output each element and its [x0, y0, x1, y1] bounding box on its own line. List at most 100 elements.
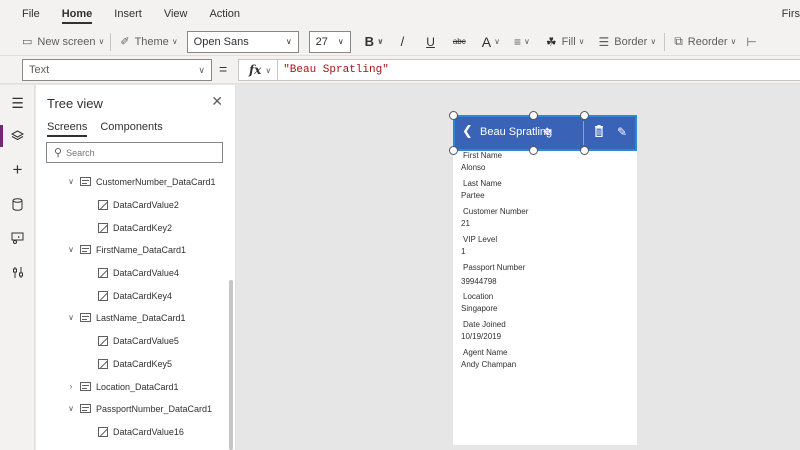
- chevron-down-icon: ∨: [730, 37, 737, 46]
- font-size-dropdown[interactable]: 27 ∨: [308, 30, 351, 53]
- menu-view[interactable]: View: [164, 0, 188, 28]
- layers-icon[interactable]: [0, 121, 35, 151]
- tree-item[interactable]: ∨ CustomerNumber_DataCard1: [66, 170, 216, 193]
- text-input-icon: [98, 358, 108, 369]
- header-title[interactable]: Beau Spratling: [480, 126, 552, 138]
- align-objects-button[interactable]: ⊢: [746, 30, 756, 54]
- media-icon[interactable]: [0, 223, 35, 253]
- field-label: Date Joined: [463, 320, 506, 329]
- reorder-button[interactable]: ⧉ Reorder ∨: [674, 30, 736, 54]
- fx-icon[interactable]: fx: [249, 63, 261, 77]
- scrollbar-thumb[interactable]: [229, 280, 233, 450]
- field-value: Andy Champan: [461, 360, 517, 369]
- font-color-button[interactable]: A ∨: [482, 30, 500, 54]
- chevron-down-icon[interactable]: ∨: [66, 404, 76, 413]
- tree-view-panel: Tree view ✕ Screens Components ⚲ ∨ Custo…: [36, 85, 236, 450]
- chevron-down-icon: ∨: [171, 37, 178, 46]
- tree-item[interactable]: DataCardValue5: [94, 329, 179, 352]
- app-name-truncated: Firs: [781, 8, 800, 20]
- tree-item[interactable]: ∨ PassportNumber_DataCard1: [66, 397, 212, 420]
- field-value: 39944798: [461, 277, 497, 286]
- font-size-value: 27: [315, 35, 328, 48]
- text-input-icon: [98, 222, 108, 233]
- trash-icon[interactable]: [594, 125, 604, 137]
- field-value: Singapore: [461, 304, 498, 313]
- search-box[interactable]: ⚲: [46, 142, 223, 163]
- menu-insert[interactable]: Insert: [114, 0, 142, 28]
- tree-scrollbar[interactable]: [229, 175, 233, 450]
- menu-bar: File Home Insert View Action Firs: [0, 0, 800, 28]
- border-button[interactable]: ☰ Border ∨: [599, 30, 657, 54]
- tree-item-label: LastName_DataCard1: [96, 312, 186, 323]
- tree-item-label: Location_DataCard1: [96, 381, 179, 392]
- underline-button[interactable]: U: [426, 30, 435, 54]
- tab-components[interactable]: Components: [100, 121, 162, 137]
- chevron-down-icon: ∨: [198, 64, 205, 75]
- tools-glyph: [12, 266, 23, 278]
- font-family-dropdown[interactable]: Open Sans ∨: [186, 30, 299, 53]
- field-label: Location: [463, 292, 494, 301]
- design-canvas[interactable]: ❮ Beau Spratling ✥ ✎ First Name Alonso L…: [237, 85, 800, 450]
- tree-item[interactable]: DataCardKey5: [94, 352, 172, 375]
- align-button[interactable]: ≡ ∨: [514, 30, 530, 54]
- fill-button[interactable]: ☘ Fill ∨: [546, 30, 585, 54]
- field-value: Partee: [461, 191, 485, 200]
- italic-button[interactable]: /: [401, 30, 405, 54]
- pencil-icon[interactable]: ✎: [617, 125, 627, 139]
- tree-item[interactable]: ∨ FirstName_DataCard1: [66, 238, 186, 261]
- menu-action[interactable]: Action: [209, 0, 240, 28]
- tools-icon[interactable]: [0, 257, 35, 287]
- chevron-down-icon[interactable]: ∨: [66, 177, 76, 186]
- strikethrough-button[interactable]: abc: [453, 30, 466, 54]
- align-icon: ≡: [513, 34, 521, 49]
- resize-handle[interactable]: [449, 111, 458, 120]
- chevron-down-icon[interactable]: ∨: [66, 313, 76, 322]
- formula-text[interactable]: "Beau Spratling": [283, 64, 389, 76]
- field-value: 10/19/2019: [461, 332, 502, 341]
- form-field: Customer Number 21: [453, 207, 637, 235]
- tree-item-label: DataCardValue2: [113, 199, 179, 210]
- tree-item[interactable]: DataCardValue2: [94, 193, 179, 216]
- database-icon[interactable]: [0, 189, 35, 219]
- theme-button[interactable]: ✐ Theme ∨: [120, 30, 177, 54]
- search-input[interactable]: [66, 147, 207, 158]
- app-screen[interactable]: ❮ Beau Spratling ✥ ✎ First Name Alonso L…: [449, 111, 637, 445]
- font-color-icon: A: [481, 33, 492, 50]
- resize-handle[interactable]: [529, 111, 538, 120]
- tree-item[interactable]: DataCardValue16: [94, 420, 184, 443]
- tree-item-label: DataCardValue5: [113, 335, 179, 346]
- header-bar[interactable]: ❮ Beau Spratling ✥ ✎: [449, 111, 637, 155]
- new-screen-label: New screen: [37, 35, 96, 48]
- italic-icon: /: [400, 34, 405, 49]
- hamburger-menu-icon[interactable]: ☰: [0, 88, 35, 118]
- tree-item[interactable]: DataCardKey2: [94, 216, 172, 239]
- bold-button[interactable]: B ∨: [365, 30, 384, 54]
- resize-handle[interactable]: [580, 111, 589, 120]
- chevron-down-icon: ∨: [650, 37, 657, 46]
- tree-item[interactable]: › Location_DataCard1: [66, 375, 179, 398]
- equals-sign: =: [219, 61, 228, 77]
- text-input-icon: [98, 290, 108, 301]
- tree-item[interactable]: ∨ LastName_DataCard1: [66, 306, 186, 329]
- tree-item[interactable]: DataCardValue4: [94, 261, 179, 284]
- back-arrow-icon[interactable]: ❮: [462, 123, 473, 139]
- new-screen-button[interactable]: ▭ New screen ∨: [22, 30, 104, 54]
- reorder-label: Reorder: [687, 35, 728, 48]
- tab-screens[interactable]: Screens: [47, 121, 88, 137]
- close-icon[interactable]: ✕: [211, 93, 223, 110]
- property-dropdown[interactable]: Text ∨: [22, 59, 212, 81]
- layers-glyph: [11, 129, 24, 140]
- chevron-down-icon[interactable]: ∨: [265, 66, 271, 75]
- border-label: Border: [614, 35, 648, 48]
- tree-item-label: DataCardKey4: [113, 290, 173, 301]
- tree-item-label: PassportNumber_DataCard1: [96, 403, 213, 414]
- chevron-down-icon[interactable]: ∨: [66, 245, 76, 254]
- chevron-right-icon[interactable]: ›: [66, 382, 76, 391]
- menu-home[interactable]: Home: [61, 0, 92, 28]
- paintbrush-icon: ✐: [120, 36, 130, 48]
- plus-icon[interactable]: +: [0, 155, 35, 185]
- formula-input[interactable]: fx ∨ "Beau Spratling": [238, 59, 800, 81]
- menu-file[interactable]: File: [22, 0, 40, 28]
- tree-item-label: FirstName_DataCard1: [96, 244, 187, 255]
- tree-item[interactable]: DataCardKey4: [94, 284, 172, 307]
